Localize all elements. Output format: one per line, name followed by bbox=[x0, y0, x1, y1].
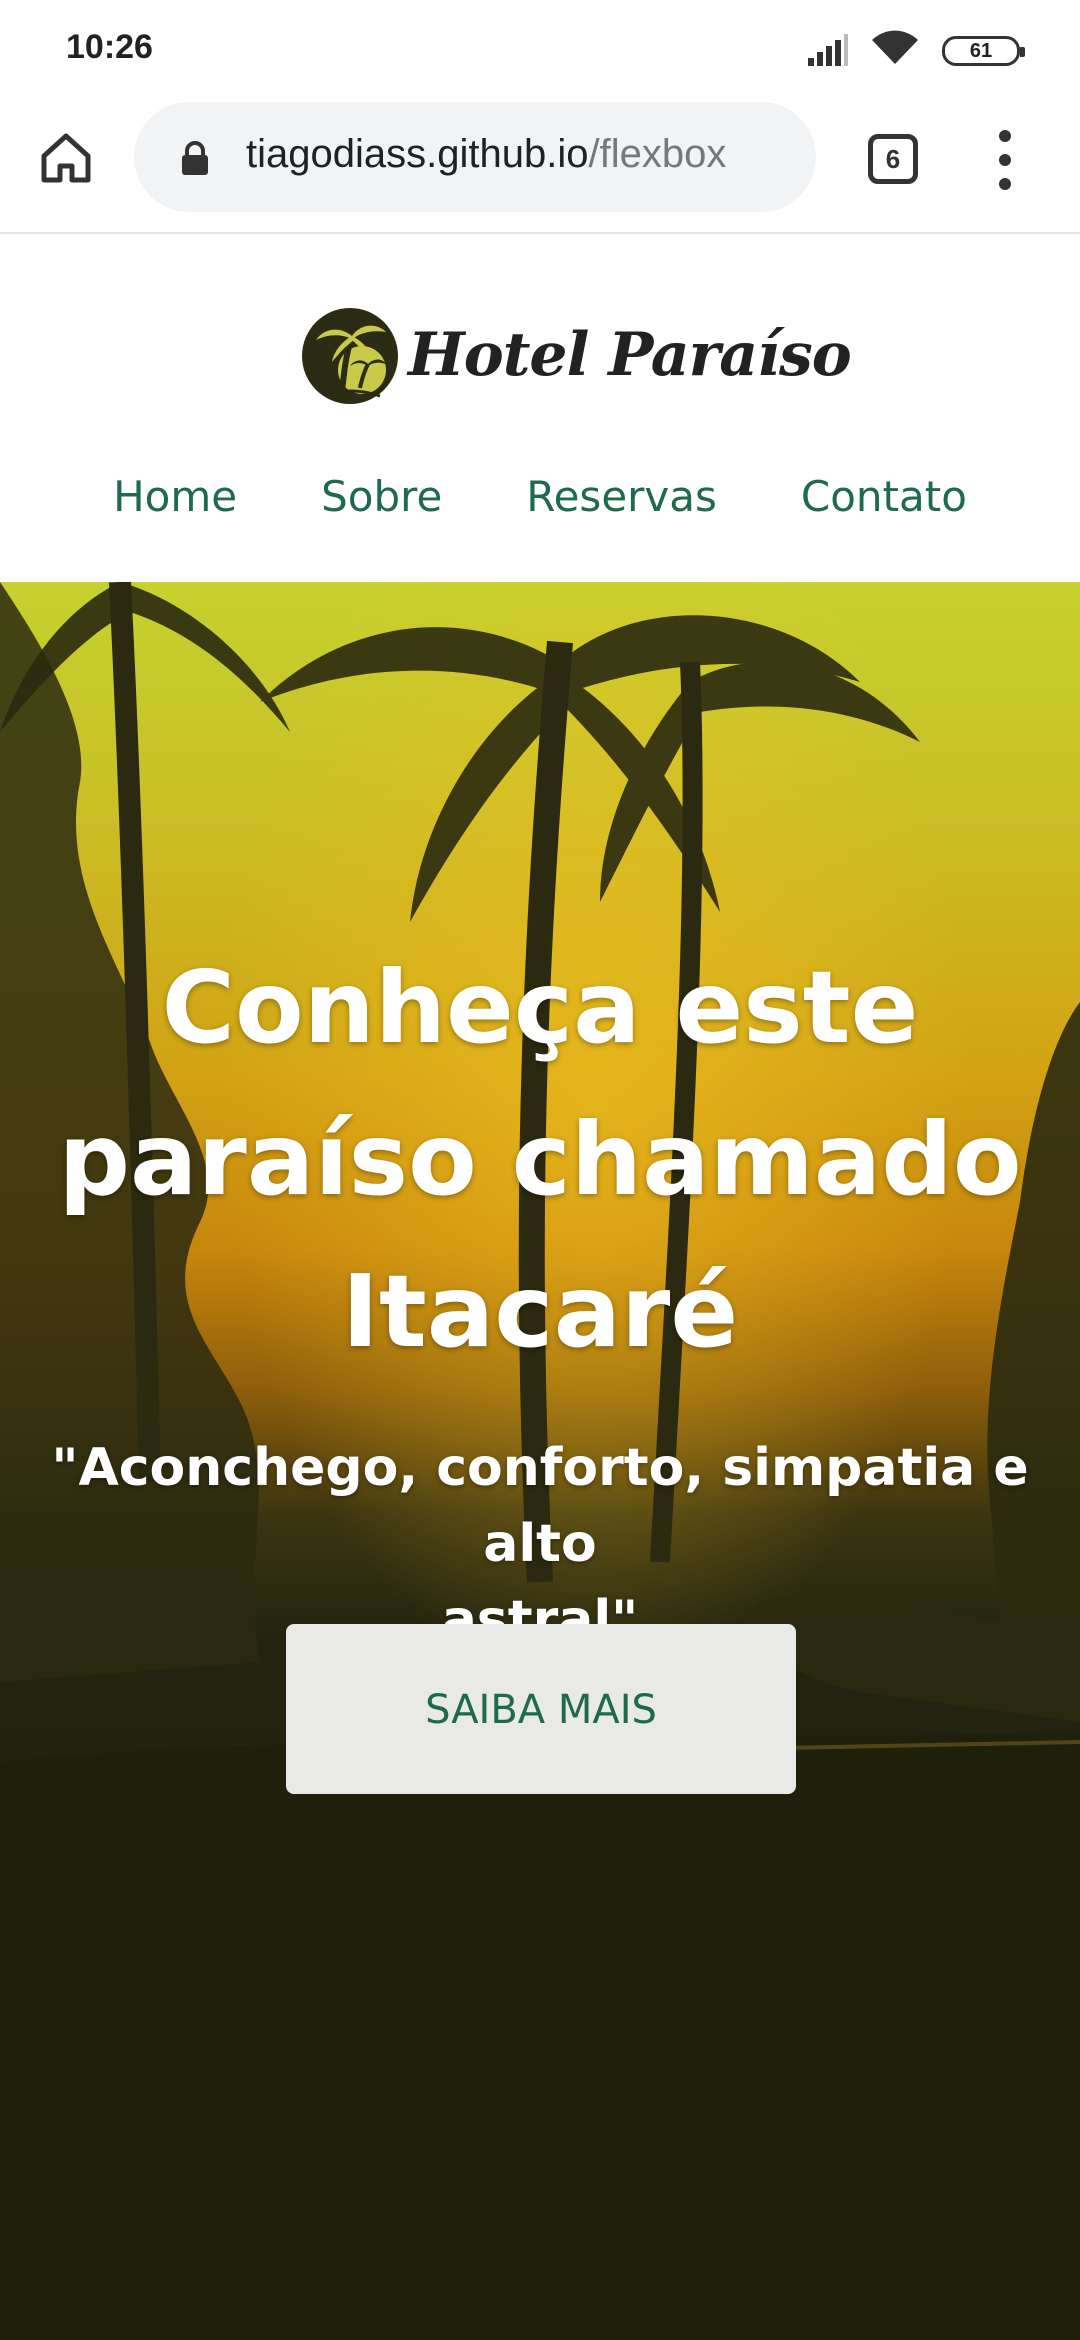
more-vert-icon[interactable] bbox=[990, 130, 1020, 190]
status-icons: 61 bbox=[760, 30, 1025, 70]
logo-text: Hotel Paraíso bbox=[408, 320, 852, 390]
nav-item-home[interactable]: Home bbox=[113, 472, 237, 532]
hero-title-line-1: Conheça este bbox=[161, 949, 919, 1066]
hero-title-line-3: Itacaré bbox=[341, 1253, 739, 1370]
address-bar[interactable]: tiagodiass.github.io/flexbox bbox=[134, 102, 816, 212]
signal-icon bbox=[808, 34, 848, 66]
wifi-icon bbox=[872, 30, 918, 64]
lock-icon bbox=[182, 141, 208, 175]
nav-item-contato[interactable]: Contato bbox=[801, 472, 967, 532]
hero-subtitle-line-1: "Aconchego, conforto, simpatia e alto bbox=[51, 1438, 1029, 1574]
nav-item-sobre[interactable]: Sobre bbox=[321, 472, 442, 532]
main-nav: Home Sobre Reservas Contato bbox=[0, 472, 1080, 532]
home-icon[interactable] bbox=[36, 128, 96, 188]
url-text: tiagodiass.github.io/flexbox bbox=[246, 132, 806, 177]
browser-toolbar: tiagodiass.github.io/flexbox 6 bbox=[0, 100, 1080, 234]
tabs-button[interactable]: 6 bbox=[868, 134, 918, 184]
saiba-mais-button[interactable]: SAIBA MAIS bbox=[286, 1624, 796, 1794]
site-header: Hotel Paraíso Home Sobre Reservas Contat… bbox=[0, 234, 1080, 582]
battery-icon: 61 bbox=[942, 36, 1025, 66]
palm-tree-logo-icon bbox=[302, 308, 398, 404]
logo[interactable]: Hotel Paraíso bbox=[300, 306, 852, 416]
hero-title: Conheça este paraíso chamado Itacaré bbox=[0, 932, 1080, 1388]
nav-item-reservas[interactable]: Reservas bbox=[526, 472, 717, 532]
url-host: tiagodiass.github.io bbox=[246, 132, 589, 176]
status-bar: 10:26 61 bbox=[0, 0, 1080, 100]
hero-title-line-2: paraíso chamado bbox=[58, 1101, 1022, 1218]
status-time: 10:26 bbox=[66, 28, 153, 66]
url-path: /flexbox bbox=[588, 132, 727, 176]
hero-section: Conheça este paraíso chamado Itacaré "Ac… bbox=[0, 582, 1080, 2340]
